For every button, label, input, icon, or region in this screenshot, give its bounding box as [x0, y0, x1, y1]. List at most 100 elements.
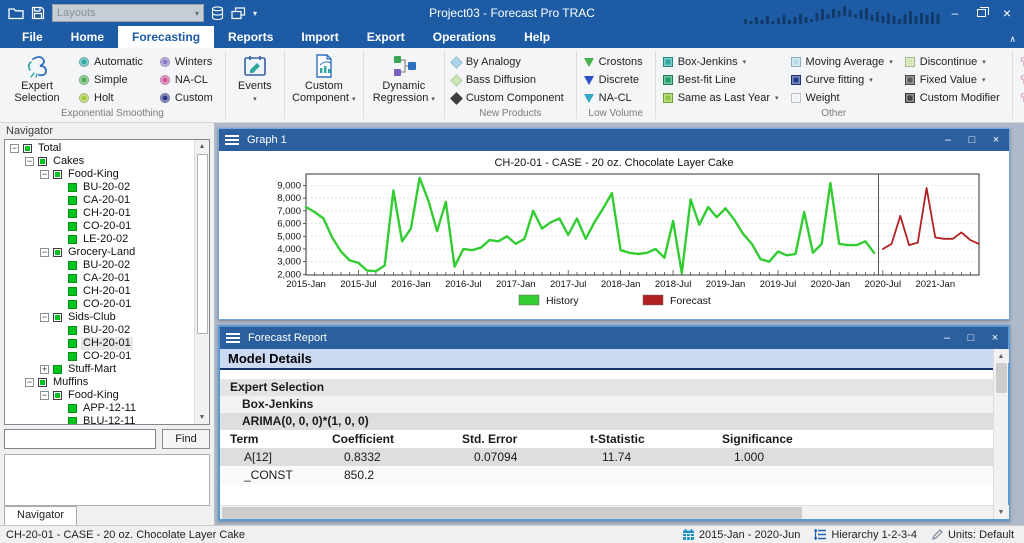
tree-item-muffins[interactable]: −Muffins [7, 376, 209, 389]
collapse-icon[interactable]: − [25, 157, 34, 166]
collapse-icon[interactable]: − [40, 313, 49, 322]
ribbon-small-button[interactable]: Custom Modifier [901, 89, 1009, 107]
tree-item-blu-12-11[interactable]: BLU-12-11 [7, 415, 209, 425]
ribbon-tab[interactable]: Export [353, 26, 419, 48]
ribbon-small-button[interactable]: Winters [156, 53, 222, 71]
tree-item-ch-20-01[interactable]: CH-20-01 [7, 285, 209, 298]
tree-item-bu-20-02[interactable]: BU-20-02 [7, 324, 209, 337]
ribbon-small-button[interactable]: Crostons [580, 53, 652, 71]
tree-item-ch-20-01[interactable]: CH-20-01 [7, 337, 209, 350]
ribbon-tab[interactable]: Reports [214, 26, 287, 48]
collapse-icon[interactable]: − [40, 391, 49, 400]
tree-item-ca-20-01[interactable]: CA-20-01 [7, 194, 209, 207]
find-button[interactable]: Find [162, 429, 210, 449]
tree-item-le-20-02[interactable]: LE-20-02 [7, 233, 209, 246]
titlebar[interactable]: Layouts ▾ ▾ Project03 - Forecast Pro TRA… [0, 0, 1024, 26]
ribbon-small-button[interactable]: Custom [156, 89, 222, 107]
svg-text:2021-Jan: 2021-Jan [915, 279, 955, 290]
restore-button[interactable] [970, 4, 992, 22]
collapse-icon[interactable]: − [25, 378, 34, 387]
scrollbar-thumb[interactable] [996, 363, 1007, 393]
qat-customize-icon[interactable]: ▾ [253, 9, 257, 18]
maximize-button[interactable]: □ [964, 332, 978, 344]
collapse-ribbon-icon[interactable]: ∧ [1009, 34, 1016, 45]
close-button[interactable]: × [989, 134, 1003, 146]
ribbon-small-button[interactable]: By Analogy [448, 53, 573, 71]
tree-item-bu-20-02[interactable]: BU-20-02 [7, 181, 209, 194]
ribbon-small-button[interactable]: Box-Jenkins▾ [659, 53, 783, 71]
scroll-up-icon[interactable]: ▲ [195, 140, 210, 154]
tree-item-ca-20-01[interactable]: CA-20-01 [7, 272, 209, 285]
ribbon-tab[interactable]: Import [287, 26, 352, 48]
ribbon-small-button[interactable]: Same as Last Year▾ [659, 89, 783, 107]
dynamic-regression-button[interactable]: Dynamic Regression ▾ [367, 50, 441, 106]
tree-item-co-20-01[interactable]: CO-20-01 [7, 350, 209, 363]
tree-item-grocery-land[interactable]: −Grocery-Land [7, 246, 209, 259]
ribbon-small-button[interactable]: Weight [787, 89, 897, 107]
expert-selection-button[interactable]: Expert Selection [3, 50, 71, 104]
events-button[interactable]: Events▾ [229, 50, 281, 106]
tree-item-app-12-11[interactable]: APP-12-11 [7, 402, 209, 415]
window-menu-icon[interactable] [226, 333, 240, 343]
open-project-icon[interactable] [8, 7, 24, 20]
ribbon-tab[interactable]: Help [510, 26, 564, 48]
window-menu-icon[interactable] [225, 135, 239, 145]
tree-item-stuff-mart[interactable]: +Stuff-Mart [7, 363, 209, 376]
custom-component-button[interactable]: Custom Component ▾ [288, 50, 360, 106]
find-input[interactable] [4, 429, 156, 449]
tree-item-co-20-01[interactable]: CO-20-01 [7, 298, 209, 311]
tree-item-co-20-01[interactable]: CO-20-01 [7, 220, 209, 233]
ribbon-small-button[interactable]: NA-CL [156, 71, 222, 89]
report-window-titlebar[interactable]: Forecast Report – □ × [220, 327, 1008, 349]
tree-item-food-king[interactable]: −Food-King [7, 168, 209, 181]
tree-item-sids-club[interactable]: −Sids-Club [7, 311, 209, 324]
minimize-button[interactable]: – [944, 4, 966, 22]
ribbon-small-button[interactable]: Discontinue▾ [901, 53, 1009, 71]
ribbon-small-button[interactable]: Simple [75, 71, 152, 89]
tree-item-bu-20-02[interactable]: BU-20-02 [7, 259, 209, 272]
collapse-icon[interactable]: − [40, 248, 49, 257]
ribbon-tab[interactable]: Operations [419, 26, 510, 48]
ribbon-small-button[interactable]: Fixed Value▾ [901, 71, 1009, 89]
scrollbar-thumb[interactable] [222, 507, 802, 519]
close-button[interactable]: × [996, 4, 1018, 22]
expand-icon[interactable]: + [40, 365, 49, 374]
tree-item-cakes[interactable]: −Cakes [7, 155, 209, 168]
minimize-button[interactable]: – [941, 134, 955, 146]
save-icon[interactable] [31, 6, 45, 20]
vertical-scrollbar[interactable]: ▲ ▼ [993, 349, 1008, 519]
collapse-icon[interactable]: − [40, 170, 49, 179]
ribbon-tab[interactable]: Home [57, 26, 118, 48]
ribbon-tab[interactable]: File [8, 26, 57, 48]
close-button[interactable]: × [988, 332, 1002, 344]
ribbon-small-button[interactable]: Curve fitting▾ [787, 71, 897, 89]
ribbon-small-button[interactable]: Discrete [580, 71, 652, 89]
scrollbar-thumb[interactable] [197, 154, 208, 334]
tree-item-food-king[interactable]: −Food-King [7, 389, 209, 402]
ribbon-tab[interactable]: Forecasting [118, 26, 214, 48]
tree-item-ch-20-01[interactable]: CH-20-01 [7, 207, 209, 220]
layouts-dropdown[interactable]: Layouts ▾ [52, 4, 204, 22]
ribbon-small-button[interactable]: NA-CL [580, 89, 652, 107]
ribbon-small-button[interactable]: Holt [75, 89, 152, 107]
collapse-icon[interactable]: − [10, 144, 19, 153]
calendar-icon [682, 528, 695, 541]
graph-window-titlebar[interactable]: Graph 1 – □ × [219, 129, 1009, 151]
horizontal-scrollbar[interactable] [220, 505, 993, 519]
scroll-down-icon[interactable]: ▼ [195, 410, 210, 424]
minimize-button[interactable]: – [940, 332, 954, 344]
ribbon-small-button[interactable]: Custom Component [448, 89, 573, 107]
tree-scrollbar[interactable]: ▲ ▼ [194, 140, 209, 424]
scroll-down-icon[interactable]: ▼ [994, 505, 1009, 519]
method-circle-icon [160, 57, 170, 67]
ribbon-small-button[interactable]: Bass Diffusion [448, 71, 573, 89]
ribbon-small-button[interactable]: Automatic [75, 53, 152, 71]
maximize-button[interactable]: □ [965, 134, 979, 146]
database-icon[interactable] [211, 6, 224, 21]
ribbon-small-button[interactable]: Moving Average▾ [787, 53, 897, 71]
ribbon-small-button[interactable]: Best-fit Line [659, 71, 783, 89]
tree-item-total[interactable]: −Total [7, 142, 209, 155]
scroll-up-icon[interactable]: ▲ [994, 349, 1009, 363]
navigator-bottom-tab[interactable]: Navigator [4, 506, 77, 525]
windows-icon[interactable] [231, 7, 246, 20]
